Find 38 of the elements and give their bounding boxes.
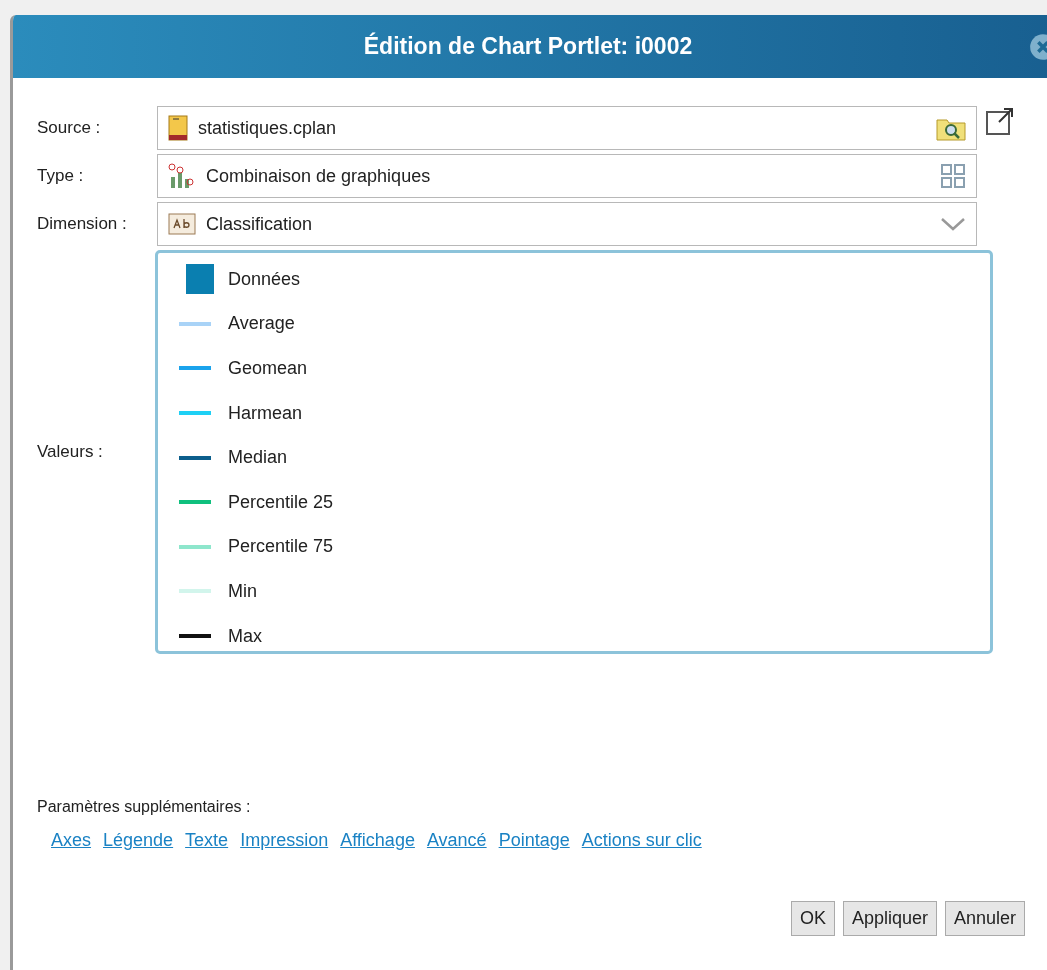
settings-link[interactable]: Avancé [426,830,487,851]
series-item[interactable]: Percentile 75 [158,524,990,570]
dialog-button[interactable]: Appliquer [842,901,937,936]
field-label: Type : [37,166,85,186]
series-item[interactable]: Harmean [158,390,990,436]
input-field[interactable]: Combinaison de graphiques [157,154,977,198]
settings-link[interactable]: Actions sur clic [581,830,702,851]
dialog-button[interactable]: Annuler [944,901,1025,936]
text-type-icon [168,213,196,235]
settings-link[interactable]: Axes [51,830,92,851]
series-item[interactable]: Percentile 25 [158,479,990,525]
series-item[interactable]: Median [158,435,990,480]
dialog-button[interactable]: OK [790,901,835,936]
settings-link[interactable]: Texte [185,830,229,851]
dimension-dropdown[interactable]: Classification [157,202,977,246]
series-item[interactable]: Average [158,301,990,347]
settings-link[interactable]: Affichage [340,830,415,851]
input-field[interactable]: statistiques.cplan [157,106,977,150]
chevron-down-icon [940,216,966,232]
series-item[interactable]: Données [158,257,990,302]
settings-link[interactable]: Pointage [498,830,570,851]
window-title: Édition de Chart Portlet: i0002 [363,33,693,60]
settings-link[interactable]: Légende [103,830,174,851]
series-item[interactable]: Min [158,569,990,614]
chart-icon [168,163,196,189]
section-label: Paramètres supplémentaires : [37,798,251,815]
field-label: Source : [37,118,102,138]
file-icon [168,115,188,141]
field-value: statistiques.cplan [198,117,338,139]
settings-link[interactable]: Impression [240,830,329,851]
field-label: Dimension : [37,214,128,234]
field-value: Classification [206,213,314,235]
grid-icon[interactable] [940,163,966,189]
series-item[interactable]: Max [158,613,990,659]
field-label: Valeurs : [37,442,104,462]
open-external-icon[interactable] [985,106,1015,136]
field-value: Combinaison de graphiques [206,165,432,187]
series-item[interactable]: Geomean [158,346,990,391]
